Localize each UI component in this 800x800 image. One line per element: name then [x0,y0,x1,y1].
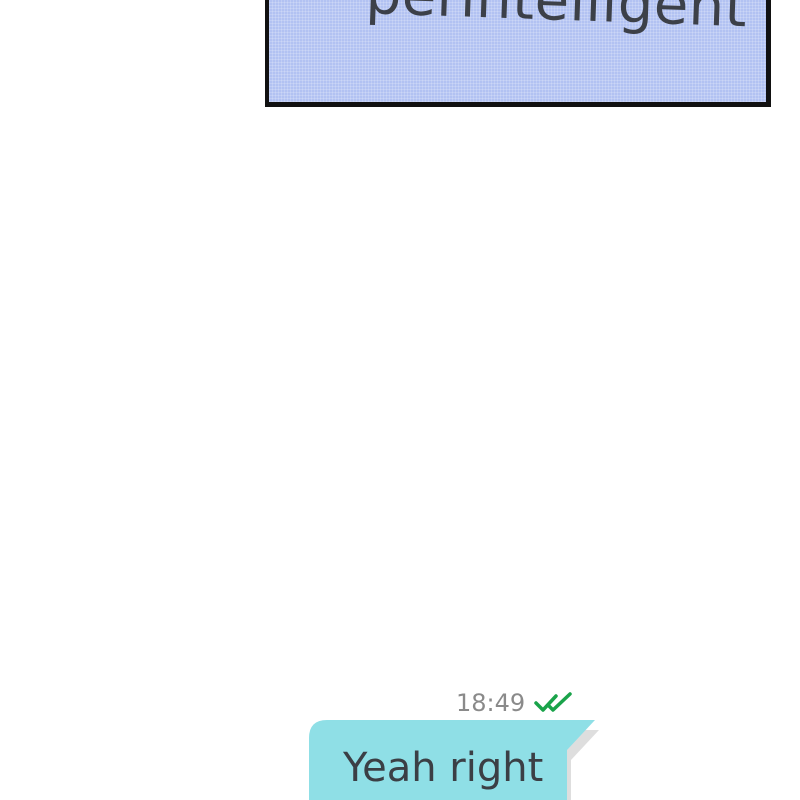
caption-box: perintelligent [265,0,771,107]
double-check-icon [534,692,572,712]
message-timestamp: 18:49 [456,689,526,717]
message-meta: 18:49 [456,688,574,718]
message-text: Yeah right [343,745,544,791]
message-bubble[interactable]: Yeah right [309,720,599,800]
caption-text: perintelligent [364,0,749,41]
